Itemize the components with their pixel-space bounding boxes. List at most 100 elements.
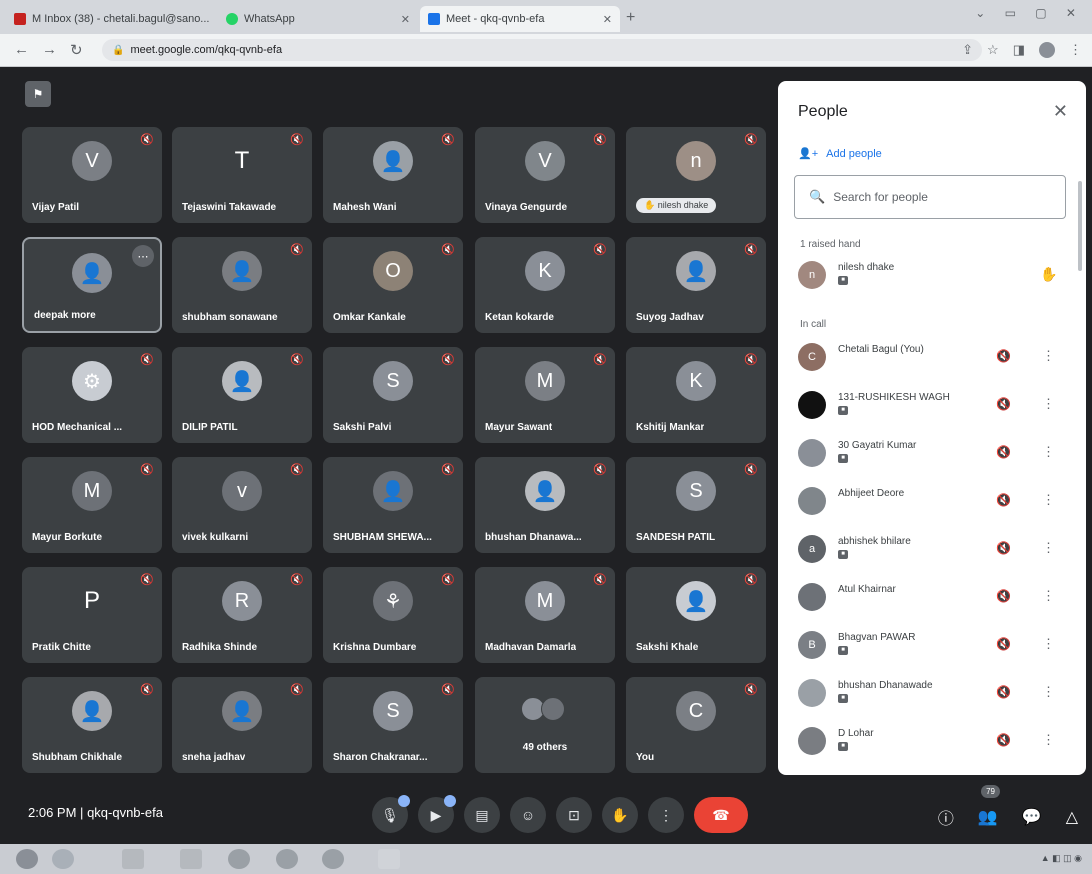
mic-muted-icon[interactable]: 🔇 [996,397,1011,411]
close-icon[interactable]: ✕ [209,13,216,26]
people-list-item[interactable]: D Lohar ■ 🔇 ⋮ [796,723,1066,759]
more-vertical-icon[interactable]: ⋮ [1042,684,1055,700]
participant-tile[interactable]: 👤 bhushan Dhanawa... 🔇 [475,457,615,553]
lower-hand-icon[interactable]: ✋ [1040,266,1057,283]
close-icon[interactable]: ✕ [1053,101,1068,122]
chrome-icon[interactable] [276,849,298,869]
url-field[interactable]: 🔒 meet.google.com/qkq-qvnb-efa [102,39,982,61]
ie-icon[interactable] [52,849,74,869]
folder-icon[interactable] [122,849,144,869]
present-button[interactable]: ⊡ [556,797,592,833]
skype-icon[interactable] [322,849,344,869]
participant-tile[interactable]: n ✋ nilesh dhake 🔇 [626,127,766,223]
forward-arrow-icon[interactable]: → [42,41,57,58]
participant-tile[interactable]: V Vijay Patil 🔇 [22,127,162,223]
activities-icon[interactable]: △ [1066,807,1078,827]
window-controls[interactable]: ⌄ ▭ ▢ ✕ [975,6,1084,20]
start-icon[interactable] [16,849,38,869]
participant-tile[interactable]: 👤 shubham sonawane 🔇 [172,237,312,333]
participant-tile[interactable]: M Madhavan Damarla 🔇 [475,567,615,663]
participant-tile[interactable]: V Vinaya Gengurde 🔇 [475,127,615,223]
firefox-icon[interactable] [228,849,250,869]
more-vertical-icon[interactable]: ⋮ [1042,588,1055,604]
more-options-icon[interactable]: ⋯ [132,245,154,267]
profile-avatar[interactable] [1039,42,1055,58]
tab-gmail[interactable]: M Inbox (38) - chetali.bagul@sano... ✕ [6,6,216,32]
close-icon[interactable]: ✕ [597,13,612,26]
mic-muted-icon[interactable]: 🔇 [996,493,1011,507]
mic-muted-icon[interactable]: 🔇 [996,637,1011,651]
add-people-button[interactable]: 👤+ Add people [798,147,882,161]
participant-tile[interactable]: P Pratik Chitte 🔇 [22,567,162,663]
participant-tile[interactable]: 👤 deepak more ⋯ [22,237,162,333]
people-list-item[interactable]: 30 Gayatri Kumar ■ 🔇 ⋮ [796,435,1066,471]
participant-tile[interactable]: 👤 SHUBHAM SHEWA... 🔇 [323,457,463,553]
more-vertical-icon[interactable]: ⋮ [1042,636,1055,652]
menu-dots-icon[interactable]: ⋮ [1069,42,1082,58]
tab-meet[interactable]: Meet - qkq-qvnb-efa ✕ [420,6,620,32]
participant-tile[interactable]: T Tejaswini Takawade 🔇 [172,127,312,223]
people-icon[interactable]: 👥 [978,807,998,827]
captions-button[interactable]: ▤ [464,797,500,833]
participant-tile[interactable]: S Sakshi Palvi 🔇 [323,347,463,443]
leave-call-button[interactable]: ☎ [694,797,748,833]
participant-tile[interactable]: C You 🔇 [626,677,766,773]
participant-tile[interactable]: M Mayur Sawant 🔇 [475,347,615,443]
tab-whatsapp[interactable]: WhatsApp ✕ [218,6,418,32]
participant-tile[interactable]: S Sharon Chakranar... 🔇 [323,677,463,773]
emoji-button[interactable]: ☺ [510,797,546,833]
more-vertical-icon[interactable]: ⋮ [1042,444,1055,460]
panel-scrollbar[interactable] [1078,181,1082,271]
participant-tile[interactable]: 👤 Suyog Jadhav 🔇 [626,237,766,333]
participant-tile[interactable]: v vivek kulkarni 🔇 [172,457,312,553]
microphone-button[interactable]: 🎙 [372,795,410,833]
participant-tile[interactable]: 👤 Shubham Chikhale 🔇 [22,677,162,773]
people-list-item[interactable]: B Bhagvan PAWAR ■ 🔇 ⋮ [796,627,1066,663]
chat-icon[interactable]: 💬 [1022,807,1042,827]
people-list-item[interactable]: a abhishek bhilare ■ 🔇 ⋮ [796,531,1066,567]
more-vertical-icon[interactable]: ⋮ [1042,492,1055,508]
more-options-button[interactable]: ⋮ [648,797,684,833]
participant-tile[interactable]: K Ketan kokarde 🔇 [475,237,615,333]
participant-tile[interactable]: M Mayur Borkute 🔇 [22,457,162,553]
mic-muted-icon[interactable]: 🔇 [996,733,1011,747]
share-icon[interactable]: ⇪ [962,42,973,58]
people-list-item[interactable]: n nilesh dhake ■ ✋ [796,257,1066,293]
participant-tile[interactable]: 👤 DILIP PATIL 🔇 [172,347,312,443]
mic-muted-icon[interactable]: 🔇 [996,541,1011,555]
people-list-item[interactable]: C Chetali Bagul (You) 🔇 ⋮ [796,339,1066,375]
participant-tile[interactable]: ⚙ HOD Mechanical ... 🔇 [22,347,162,443]
mic-muted-icon[interactable]: 🔇 [996,349,1011,363]
media-icon[interactable] [180,849,202,869]
participant-tile[interactable]: 👤 sneha jadhav 🔇 [172,677,312,773]
close-icon[interactable]: ✕ [395,13,410,26]
more-vertical-icon[interactable]: ⋮ [1042,732,1055,748]
participant-tile[interactable]: 49 others [475,677,615,773]
participant-tile[interactable]: 👤 Mahesh Wani 🔇 [323,127,463,223]
app-icon[interactable] [378,849,400,869]
extensions-icon[interactable]: ◨ [1013,42,1025,58]
mic-muted-icon[interactable]: 🔇 [996,685,1011,699]
meeting-info-icon[interactable]: ⚑ [25,81,51,107]
more-vertical-icon[interactable]: ⋮ [1042,348,1055,364]
participant-tile[interactable]: 👤 Sakshi Khale 🔇 [626,567,766,663]
system-tray[interactable]: ▲ ◧ ◫ ◉ [1041,853,1082,864]
more-vertical-icon[interactable]: ⋮ [1042,540,1055,556]
participant-tile[interactable]: ⚘ Krishna Dumbare 🔇 [323,567,463,663]
mic-muted-icon[interactable]: 🔇 [996,589,1011,603]
people-list-item[interactable]: bhushan Dhanawade ■ 🔇 ⋮ [796,675,1066,711]
participant-tile[interactable]: K Kshitij Mankar 🔇 [626,347,766,443]
people-list-item[interactable]: Atul Khairnar 🔇 ⋮ [796,579,1066,615]
mic-muted-icon[interactable]: 🔇 [996,445,1011,459]
participant-tile[interactable]: S SANDESH PATIL 🔇 [626,457,766,553]
participant-tile[interactable]: O Omkar Kankale 🔇 [323,237,463,333]
star-icon[interactable]: ☆ [987,42,999,58]
people-list-item[interactable]: 131-RUSHIKESH WAGH ■ 🔇 ⋮ [796,387,1066,423]
more-vertical-icon[interactable]: ⋮ [1042,396,1055,412]
camera-button[interactable]: ▶ [418,795,456,833]
new-tab-icon[interactable]: + [626,9,635,27]
search-people-input[interactable]: 🔍 Search for people [794,175,1066,219]
people-list-item[interactable]: Abhijeet Deore 🔇 ⋮ [796,483,1066,519]
participant-tile[interactable]: R Radhika Shinde 🔇 [172,567,312,663]
reload-icon[interactable]: ↻ [70,41,83,59]
